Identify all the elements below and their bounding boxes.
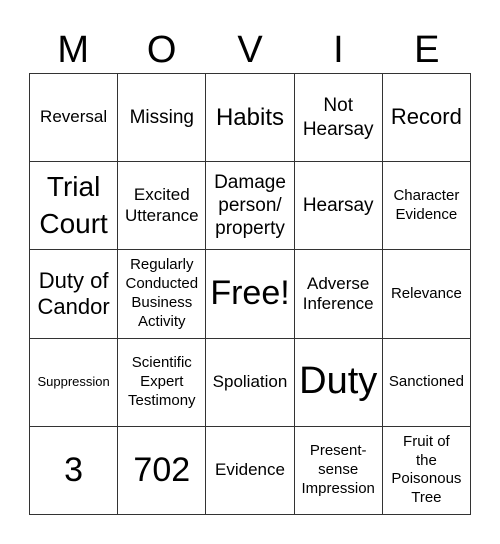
bingo-cell[interactable]: Damage person/ property <box>206 162 295 251</box>
header-letter-m: M <box>57 29 90 71</box>
bingo-cell[interactable]: Reversal <box>30 74 119 163</box>
bingo-cell[interactable]: Character Evidence <box>382 162 471 251</box>
bingo-cell[interactable]: Regularly Conducted Business Activity <box>118 250 207 339</box>
header-letter-v: V <box>237 29 263 71</box>
bingo-cell[interactable]: Present-sense Impression <box>294 426 383 515</box>
bingo-cell[interactable]: Hearsay <box>294 162 383 251</box>
bingo-cell[interactable]: Duty <box>294 338 383 427</box>
bingo-cell[interactable]: Fruit of the Poisonous Tree <box>382 426 471 515</box>
bingo-cell[interactable]: Adverse Inference <box>294 250 383 339</box>
bingo-cell[interactable]: Relevance <box>382 250 471 339</box>
bingo-cell[interactable]: Evidence <box>206 426 295 515</box>
free-space[interactable]: Free! <box>206 250 295 339</box>
header-letter-i: I <box>333 29 344 71</box>
bingo-card: Reversal Missing Habits Not Hearsay Reco… <box>29 73 471 515</box>
bingo-cell[interactable]: Habits <box>206 74 295 163</box>
bingo-cell[interactable]: Excited Utterance <box>118 162 207 251</box>
bingo-cell[interactable]: Scientific Expert Testimony <box>118 338 207 427</box>
bingo-cell[interactable]: Spoliation <box>206 338 295 427</box>
bingo-cell[interactable]: Trial Court <box>30 162 119 251</box>
bingo-cell[interactable]: Duty of Candor <box>30 250 119 339</box>
bingo-cell[interactable]: Not Hearsay <box>294 74 383 163</box>
bingo-cell[interactable]: Missing <box>118 74 207 163</box>
bingo-cell[interactable]: 3 <box>30 426 119 515</box>
bingo-cell[interactable]: Sanctioned <box>382 338 471 427</box>
bingo-header: M O V I E <box>29 28 471 72</box>
bingo-cell[interactable]: Record <box>382 74 471 163</box>
header-letter-o: O <box>146 29 177 71</box>
bingo-cell[interactable]: 702 <box>118 426 207 515</box>
bingo-cell[interactable]: Suppression <box>30 338 119 427</box>
header-letter-e: E <box>414 29 440 71</box>
